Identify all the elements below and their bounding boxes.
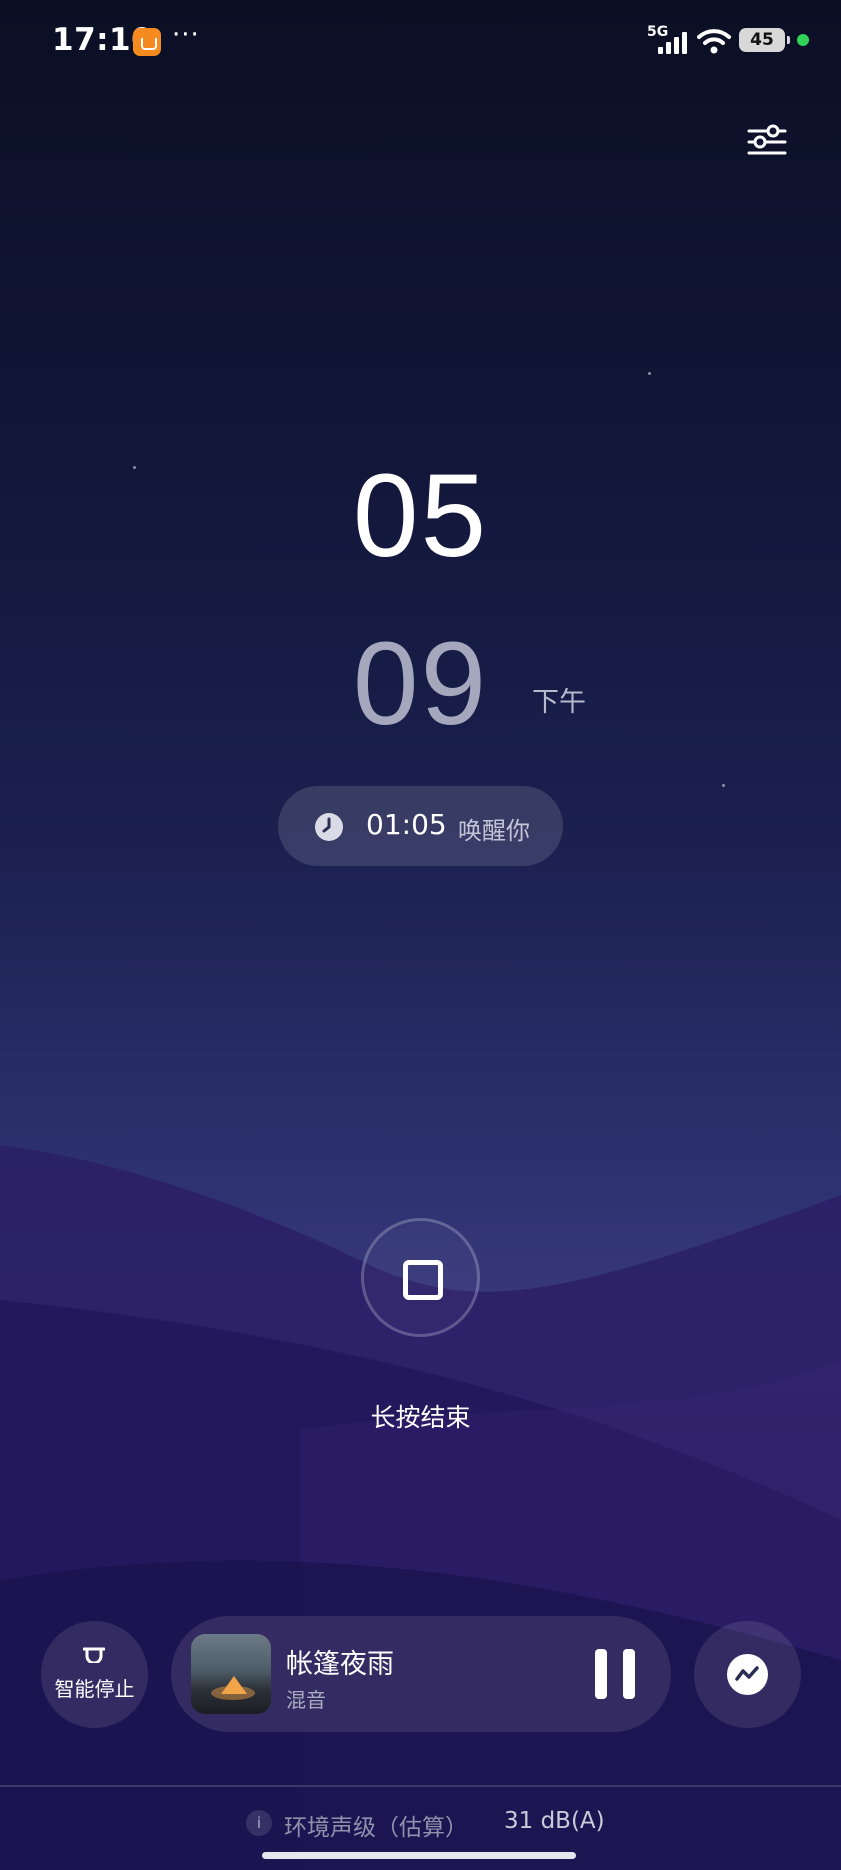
pause-icon[interactable] [595, 1649, 637, 1699]
clock-icon [315, 813, 343, 841]
environment-label: 环境声级（估算） [284, 1815, 468, 1841]
hills-background [0, 1145, 841, 1870]
clock-hour: 05 [352, 450, 489, 582]
environment-level-row: i 环境声级（估算） 31 dB(A) [0, 1806, 841, 1841]
shopping-app-icon [133, 28, 161, 56]
alarm-time: 01:05 [366, 808, 447, 841]
environment-value: 31 dB(A) [504, 1808, 605, 1834]
status-bar: 17:10 ··· 5G 45 [0, 0, 841, 82]
smart-stop-button[interactable]: 智能停止 [41, 1621, 148, 1728]
charging-dot-icon [797, 34, 809, 46]
more-notifications-icon: ··· [172, 20, 200, 50]
track-title: 帐篷夜雨 [286, 1649, 394, 1680]
battery-icon: 45 [739, 28, 790, 52]
divider [0, 1785, 841, 1787]
star [722, 784, 725, 787]
star [648, 372, 651, 375]
wifi-icon [697, 29, 731, 54]
home-indicator[interactable] [262, 1852, 576, 1859]
clock-minute: 09 [352, 618, 489, 750]
signal-icon [656, 30, 690, 54]
info-icon[interactable]: i [246, 1810, 272, 1836]
track-cover-image [191, 1634, 271, 1714]
clock-period: 下午 [532, 687, 586, 718]
smart-stop-label: 智能停止 [54, 1677, 135, 1701]
stop-button[interactable] [361, 1218, 480, 1337]
stop-square-icon [403, 1260, 443, 1300]
smart-stop-icon [83, 1647, 105, 1663]
alarm-label: 唤醒你 [458, 817, 530, 845]
sliders-icon[interactable] [745, 122, 789, 162]
stop-label: 长按结束 [370, 1403, 471, 1432]
sleep-screen: 17:10 ··· 5G 45 05 09 下午 01:05 唤醒你 长按结束 … [0, 0, 841, 1870]
alarm-pill[interactable]: 01:05 唤醒你 [278, 786, 563, 866]
sound-player[interactable]: 帐篷夜雨 混音 [171, 1616, 671, 1732]
trend-button[interactable] [694, 1621, 801, 1728]
track-subtitle: 混音 [286, 1688, 326, 1712]
trend-chart-icon [727, 1654, 768, 1695]
